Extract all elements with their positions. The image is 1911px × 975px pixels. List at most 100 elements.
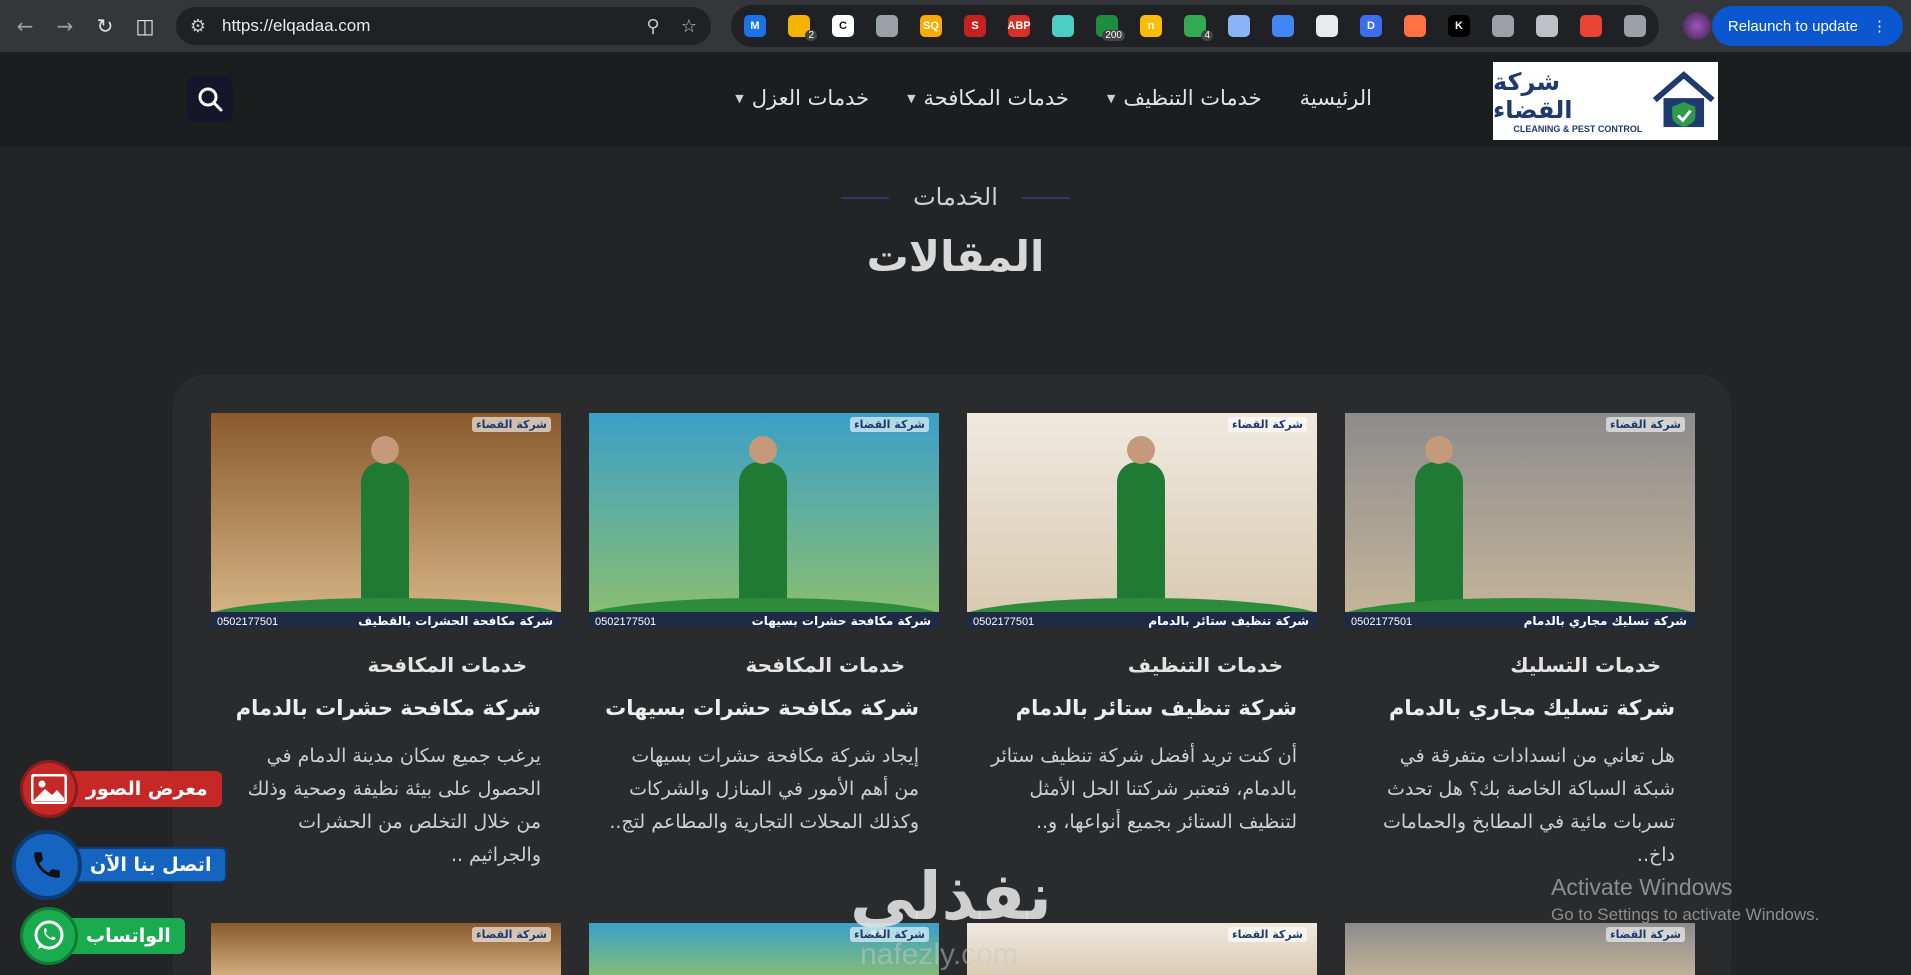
- window-extension-icon[interactable]: [1529, 11, 1565, 41]
- whatsapp-label: الواتساب: [64, 918, 185, 954]
- extension-badge: 2: [805, 30, 817, 41]
- puzzle-extension-icon[interactable]: [1617, 11, 1653, 41]
- thumbnail-phone: 0502177501: [595, 616, 657, 628]
- extension-glyph: [1228, 15, 1250, 37]
- article-category[interactable]: خدمات التنظيف: [1128, 653, 1283, 677]
- article-category[interactable]: خدمات المكافحة: [368, 653, 527, 677]
- article-category[interactable]: خدمات المكافحة: [746, 653, 905, 677]
- panda-extension-icon[interactable]: [1309, 11, 1345, 41]
- extension-glyph: [1536, 15, 1558, 37]
- whatsapp-button[interactable]: الواتساب: [20, 907, 185, 965]
- extension-glyph: D: [1360, 15, 1382, 37]
- article-thumbnail-row2[interactable]: شركة القضاء: [211, 923, 561, 975]
- extension-glyph: C: [832, 15, 854, 37]
- gallery-icon: [20, 760, 78, 818]
- nav-item-2[interactable]: خدمات التنظيف ▼: [1107, 86, 1262, 110]
- extension-glyph: [1052, 15, 1074, 37]
- url-text[interactable]: https://elqadaa.com: [222, 16, 629, 36]
- shield-extension-icon[interactable]: [1485, 11, 1521, 41]
- worker-figure: [361, 436, 409, 612]
- nav-item-3[interactable]: خدمات المكافحة ▼: [907, 86, 1069, 110]
- search-icon: [198, 87, 223, 112]
- extension-glyph: SQ: [920, 15, 942, 37]
- article-card[interactable]: شركة القضاء شركة تسليك مجاري بالدمام 05021…: [1345, 413, 1695, 883]
- nav-item-label: خدمات العزل: [751, 86, 870, 110]
- d-extension-icon[interactable]: D: [1353, 11, 1389, 41]
- relaunch-label: Relaunch to update: [1727, 17, 1858, 35]
- site-info-icon[interactable]: ⚙: [186, 16, 210, 37]
- article-card[interactable]: شركة القضاء شركة تنظيف ستائر بالدمام 05021…: [967, 413, 1317, 883]
- forward-button[interactable]: →: [50, 11, 80, 41]
- article-card[interactable]: شركة القضاء شركة مكافحة الحشرات بالقطيف 05…: [211, 413, 561, 883]
- bulb-extension-icon[interactable]: 2: [781, 11, 817, 41]
- more-menu-icon[interactable]: ⋮: [1872, 17, 1887, 35]
- camera-extension-icon[interactable]: [869, 11, 905, 41]
- article-thumbnail[interactable]: شركة القضاء شركة مكافحة حشرات بسيهات 05021…: [589, 413, 939, 628]
- c-extension-icon[interactable]: C: [825, 11, 861, 41]
- worker-figure: [739, 436, 787, 612]
- sq-extension-icon[interactable]: SQ: [913, 11, 949, 41]
- site-watermark-latin: nafezly.com: [860, 938, 1018, 971]
- section-label: الخدمات: [0, 183, 1911, 211]
- abp-extension-icon[interactable]: ABP: [1001, 11, 1037, 41]
- article-card[interactable]: شركة القضاء شركة مكافحة حشرات بسيهات 05021…: [589, 413, 939, 883]
- article-thumbnail-row2[interactable]: شركة القضاء: [1345, 923, 1695, 975]
- thumbnail-phone: 0502177501: [217, 616, 279, 628]
- label-left-line: [841, 197, 890, 199]
- thumbnail-phone: 0502177501: [973, 616, 1035, 628]
- sun-extension-icon[interactable]: [1397, 11, 1433, 41]
- windows-activation-watermark: Activate Windows Go to Settings to activ…: [1551, 874, 1819, 925]
- logo-subtext: CLEANING & PEST CONTROL: [1513, 124, 1643, 134]
- gallery-button[interactable]: معرض الصور: [20, 760, 222, 818]
- article-excerpt: أن كنت تريد أفضل شركة تنظيف ستائر بالدما…: [990, 745, 1297, 833]
- arrows-extension-icon[interactable]: [1265, 11, 1301, 41]
- thumbnail-brand: شركة القضاء: [1606, 417, 1685, 432]
- extension-glyph: [1492, 15, 1514, 37]
- article-thumbnail[interactable]: شركة القضاء شركة تنظيف ستائر بالدمام 05021…: [967, 413, 1317, 628]
- caret-down-icon: ▼: [1106, 91, 1116, 105]
- extension-glyph: [1580, 15, 1602, 37]
- n-extension-icon[interactable]: n: [1133, 11, 1169, 41]
- counter-extension-icon[interactable]: 200: [1089, 11, 1125, 41]
- article-title[interactable]: شركة مكافحة حشرات بسيهات: [605, 696, 919, 720]
- back-button[interactable]: ←: [10, 11, 40, 41]
- glasses-extension-icon[interactable]: [1573, 11, 1609, 41]
- thumbnail-brand: شركة القضاء: [472, 417, 551, 432]
- k-extension-icon[interactable]: K: [1441, 11, 1477, 41]
- article-title[interactable]: شركة تنظيف ستائر بالدمام: [1016, 696, 1297, 720]
- article-title[interactable]: شركة مكافحة حشرات بالدمام: [236, 696, 541, 720]
- address-bar[interactable]: ⚙ https://elqadaa.com ⚲ ☆: [176, 7, 711, 45]
- chart-extension-icon[interactable]: 4: [1177, 11, 1213, 41]
- phone-icon: [12, 830, 82, 900]
- nav-item-1[interactable]: الرئيسية: [1300, 86, 1372, 110]
- site-search-button[interactable]: [187, 76, 233, 122]
- browser-toolbar: ← → ↻ ◫ ⚙ https://elqadaa.com ⚲ ☆ M 2 C SQ S…: [0, 0, 1911, 52]
- extension-glyph: n: [1140, 15, 1162, 37]
- site-logo[interactable]: شركة القضاء CLEANING & PEST CONTROL: [1493, 62, 1718, 140]
- call-button[interactable]: اتصل بنا الآن: [12, 830, 228, 900]
- article-thumbnail[interactable]: شركة القضاء شركة تسليك مجاري بالدمام 05021…: [1345, 413, 1695, 628]
- thumbnail-caption: شركة مكافحة الحشرات بالقطيف: [358, 614, 553, 628]
- site-header: شركة القضاء CLEANING & PEST CONTROL الرئ…: [0, 52, 1911, 146]
- label-right-line: [1021, 197, 1070, 199]
- thumbnail-caption: شركة تسليك مجاري بالدمام: [1523, 614, 1687, 628]
- extension-glyph: K: [1448, 15, 1470, 37]
- reload-button[interactable]: ↻: [90, 11, 120, 41]
- m-extension-icon[interactable]: M: [737, 11, 773, 41]
- doc-extension-icon[interactable]: [1221, 11, 1257, 41]
- image-extension-icon[interactable]: [1045, 11, 1081, 41]
- extension-glyph: ABP: [1007, 15, 1031, 37]
- page-title: المقالات: [866, 232, 1045, 281]
- nav-item-4[interactable]: خدمات العزل ▼: [735, 86, 869, 110]
- thumbnail-brand: شركة القضاء: [1228, 927, 1307, 942]
- article-thumbnail[interactable]: شركة القضاء شركة مكافحة الحشرات بالقطيف 05…: [211, 413, 561, 628]
- worker-figure: [1415, 436, 1463, 612]
- zoom-icon[interactable]: ⚲: [641, 16, 665, 37]
- split-view-button[interactable]: ◫: [130, 11, 160, 41]
- article-category[interactable]: خدمات التسليك: [1510, 653, 1661, 677]
- article-title[interactable]: شركة تسليك مجاري بالدمام: [1389, 696, 1675, 720]
- bookmark-star-icon[interactable]: ☆: [677, 16, 701, 37]
- relaunch-button[interactable]: Relaunch to update ⋮: [1711, 6, 1903, 46]
- s-extension-icon[interactable]: S: [957, 11, 993, 41]
- profile-avatar[interactable]: [1683, 12, 1711, 40]
